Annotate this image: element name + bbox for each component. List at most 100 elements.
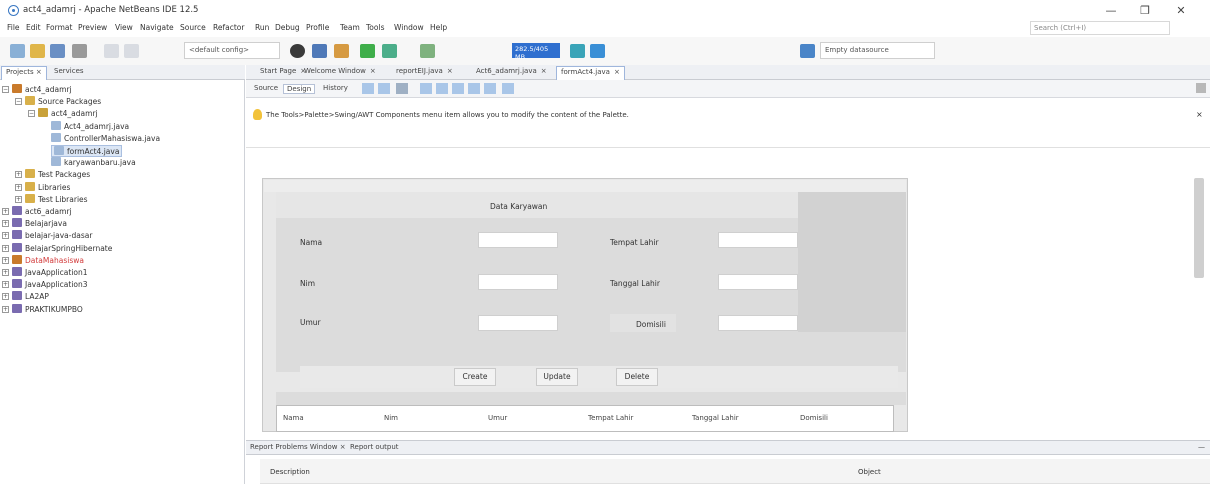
search-input[interactable]: Search (Ctrl+I) (1030, 21, 1170, 35)
tree-item[interactable]: ControllerMahasiswa.java (51, 132, 160, 145)
tree-toggle-icon[interactable]: + (2, 305, 9, 313)
tab-services[interactable]: Services (50, 66, 88, 80)
tab-close-icon[interactable]: × (340, 443, 346, 451)
menu-refactor[interactable]: Refactor (213, 23, 244, 32)
update-button[interactable]: Update (536, 368, 578, 386)
table-header-tempat-lahir[interactable]: Tempat Lahir (588, 414, 633, 422)
maximize-button[interactable]: ❐ (1130, 2, 1160, 20)
tree-item[interactable]: Source Packages (25, 96, 101, 108)
umur-field[interactable] (478, 315, 558, 331)
tree-toggle-icon[interactable]: + (15, 195, 22, 203)
tree-toggle-icon[interactable]: + (2, 256, 9, 264)
tree-toggle-icon[interactable]: − (15, 98, 22, 106)
tree-toggle-icon[interactable]: + (2, 293, 9, 301)
maximize-editor-icon[interactable] (1196, 83, 1206, 93)
tree-toggle-icon[interactable]: + (2, 208, 9, 215)
datasource-select[interactable]: Empty datasource (820, 42, 935, 59)
tree-item[interactable]: LA2AP (12, 291, 49, 303)
menu-team[interactable]: Team (340, 23, 360, 32)
menu-edit[interactable]: Edit (26, 23, 41, 32)
selection-mode-icon[interactable] (362, 83, 374, 94)
tree-item[interactable]: Act4_adamrj.java (51, 120, 129, 133)
align-left-icon[interactable] (420, 83, 432, 94)
tree-toggle-icon[interactable]: + (2, 281, 9, 289)
menu-profile[interactable]: Profile (306, 23, 329, 32)
tree-toggle-icon[interactable]: + (2, 244, 9, 252)
menu-navigate[interactable]: Navigate (140, 23, 174, 32)
domisili-field[interactable] (718, 315, 798, 331)
tree-item[interactable]: Test Libraries (25, 193, 88, 206)
tree-item[interactable]: Libraries (25, 181, 70, 194)
run-icon[interactable] (360, 44, 375, 58)
align-right-icon[interactable] (436, 83, 448, 94)
menu-tools[interactable]: Tools (366, 23, 384, 32)
undo-icon[interactable] (104, 44, 119, 58)
menu-format[interactable]: Format (46, 23, 72, 32)
tree-item[interactable]: Belajarjava (12, 218, 67, 230)
new-project-icon[interactable] (10, 44, 25, 58)
menu-file[interactable]: File (7, 23, 20, 32)
menu-run[interactable]: Run (255, 23, 269, 32)
connection-mode-icon[interactable] (378, 83, 390, 94)
tree-item[interactable]: act4_adamrj (12, 84, 72, 96)
tree-toggle-icon[interactable]: − (28, 110, 35, 118)
delete-button[interactable]: Delete (616, 368, 658, 386)
tree-item[interactable]: act4_adamrj (38, 108, 98, 120)
table-header-domisili[interactable]: Domisili (800, 414, 828, 422)
gc-alt-icon[interactable] (590, 44, 605, 58)
tanggal-lahir-field[interactable] (718, 274, 798, 290)
new-file-icon[interactable] (72, 44, 87, 58)
tree-item[interactable]: Test Packages (25, 169, 90, 181)
source-tab[interactable]: Source (254, 84, 278, 92)
center-horizontally-icon[interactable] (452, 83, 464, 94)
column-description[interactable]: Description (270, 468, 310, 476)
tree-item[interactable]: karyawanbaru.java (51, 157, 136, 169)
editor-tab[interactable]: formAct4.java × (556, 66, 625, 80)
tree-item[interactable]: formAct4.java (51, 145, 123, 157)
align-top-icon[interactable] (468, 83, 480, 94)
table-header-tanggal-lahir[interactable]: Tanggal Lahir (692, 414, 739, 422)
close-button[interactable]: ✕ (1166, 2, 1196, 20)
editor-tab[interactable]: Act6_adamrj.java × (472, 66, 551, 80)
redo-icon[interactable] (124, 44, 139, 58)
table-header-nim[interactable]: Nim (384, 414, 398, 422)
build-icon[interactable] (290, 44, 305, 58)
history-tab[interactable]: History (323, 84, 348, 92)
tab-close-icon[interactable]: × (36, 68, 42, 76)
debug-icon[interactable] (382, 44, 397, 58)
menu-source[interactable]: Source (180, 23, 206, 32)
info-close-icon[interactable]: × (1196, 110, 1203, 119)
menu-preview[interactable]: Preview (78, 23, 107, 32)
tab-close-icon[interactable]: × (447, 67, 453, 75)
memory-indicator[interactable]: 282.5/405 MB (512, 43, 560, 61)
editor-tab[interactable]: Welcome Window × (300, 66, 380, 80)
tab-report-problems[interactable]: Report Problems Window × (250, 443, 346, 451)
tree-toggle-icon[interactable]: + (15, 183, 22, 191)
tab-close-icon[interactable]: × (541, 67, 547, 75)
open-project-icon[interactable] (30, 44, 45, 58)
tree-toggle-icon[interactable]: + (2, 220, 9, 228)
tree-toggle-icon[interactable]: + (2, 269, 9, 276)
create-button[interactable]: Create (454, 368, 496, 386)
nim-field[interactable] (478, 274, 558, 290)
clean-build-icon[interactable] (312, 44, 327, 58)
tree-toggle-icon[interactable]: − (2, 86, 9, 93)
tree-item[interactable]: JavaApplication1 (12, 267, 88, 279)
tree-item[interactable]: DataMahasiswa (12, 254, 84, 267)
table-header-umur[interactable]: Umur (488, 414, 507, 422)
tree-item[interactable]: belajar-java-dasar (12, 230, 92, 242)
tree-item[interactable]: JavaApplication3 (12, 279, 88, 291)
save-all-icon[interactable] (50, 44, 65, 58)
tab-close-icon[interactable]: × (614, 68, 620, 76)
menu-window[interactable]: Window (394, 23, 424, 32)
tree-item[interactable]: PRAKTIKUMPBO (12, 303, 83, 316)
table-header-nama[interactable]: Nama (283, 414, 304, 422)
tab-close-icon[interactable]: × (370, 67, 376, 75)
build-project-icon[interactable] (334, 44, 349, 58)
minimize-button[interactable]: — (1096, 2, 1126, 20)
menu-help[interactable]: Help (430, 23, 447, 32)
tree-toggle-icon[interactable]: + (2, 232, 9, 240)
tree-item[interactable]: act6_adamrj (12, 206, 72, 218)
tempat-lahir-field[interactable] (718, 232, 798, 248)
nama-field[interactable] (478, 232, 558, 248)
